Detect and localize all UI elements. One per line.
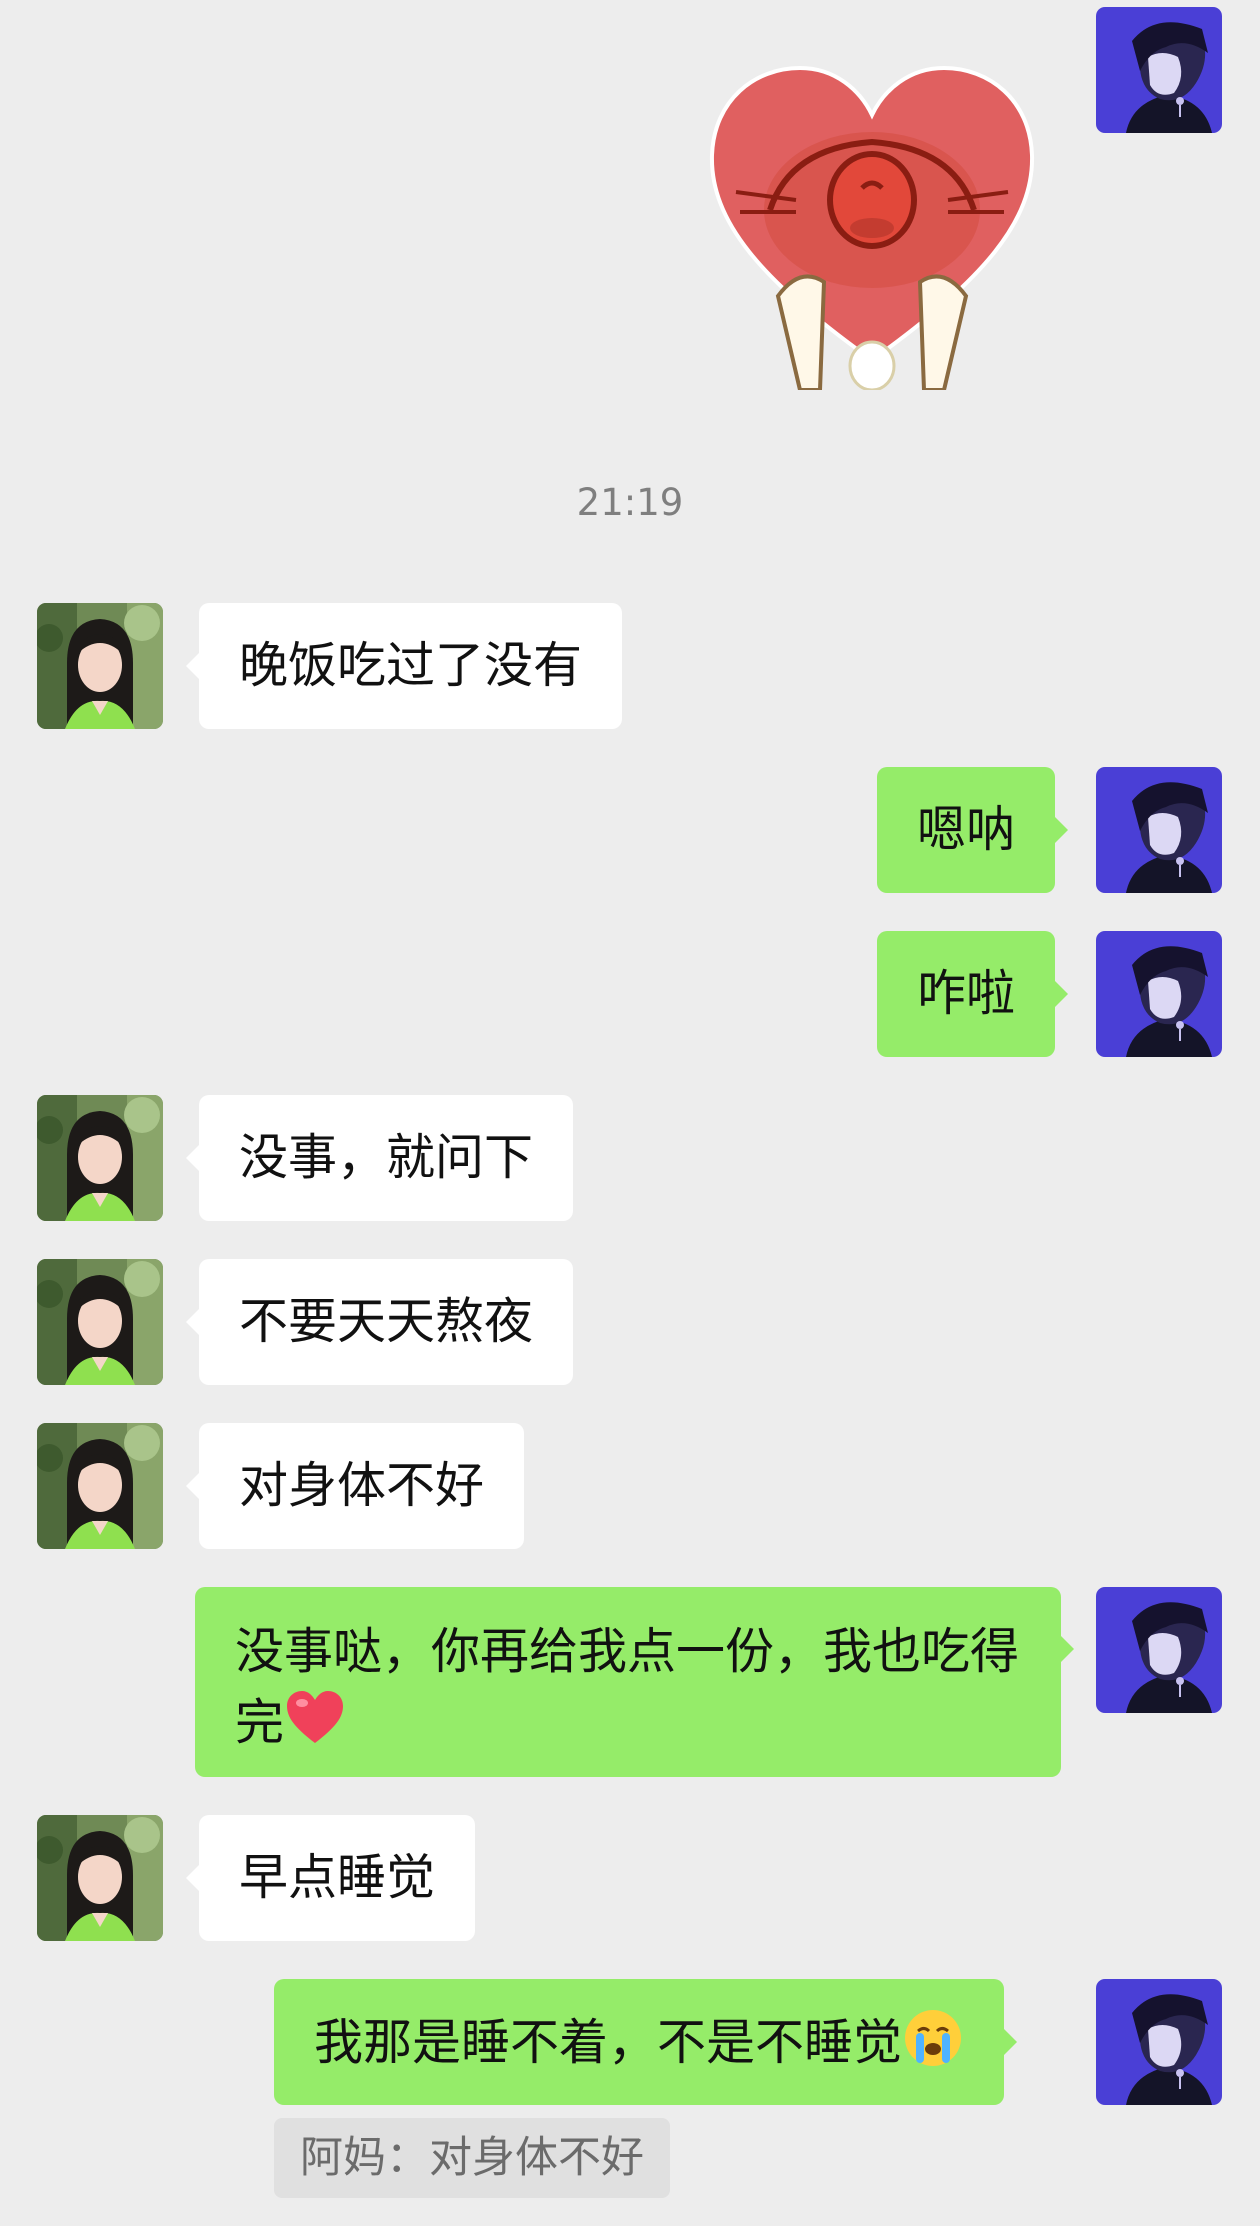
- avatar-image: [37, 1095, 163, 1221]
- quoted-message[interactable]: 阿妈：对身体不好: [274, 2118, 670, 2198]
- contact-avatar[interactable]: [37, 1259, 163, 1385]
- contact-avatar[interactable]: [37, 1095, 163, 1221]
- sender-avatar[interactable]: [1096, 767, 1222, 893]
- red-heart-emoji: [287, 1691, 344, 1743]
- avatar-image: [37, 1815, 163, 1941]
- avatar-image: [1096, 7, 1222, 133]
- heart-cat-sticker[interactable]: [700, 60, 1045, 392]
- sender-avatar[interactable]: [1096, 1587, 1222, 1713]
- avatar-image: [37, 603, 163, 729]
- message-text: 咋啦: [917, 965, 1016, 1022]
- message-bubble[interactable]: 嗯呐: [877, 767, 1069, 893]
- heart-sticker-icon: [709, 65, 1035, 392]
- avatar-image: [1096, 1587, 1222, 1713]
- message-bubble[interactable]: 没事，就问下: [185, 1095, 574, 1221]
- avatar-image: [37, 1423, 163, 1549]
- message-text: 早点睡觉: [239, 1849, 436, 1906]
- contact-avatar[interactable]: [37, 1815, 163, 1941]
- message-bubble[interactable]: 不要天天熬夜: [185, 1259, 574, 1385]
- message-bubble[interactable]: 对身体不好: [185, 1423, 525, 1549]
- avatar-image: [1096, 1979, 1222, 2105]
- avatar-image: [37, 1259, 163, 1385]
- sender-avatar[interactable]: [1096, 7, 1222, 133]
- message-bubble[interactable]: 咋啦: [877, 931, 1069, 1057]
- message-bubble[interactable]: 没事哒，你再给我点一份，我也吃得完: [195, 1587, 1074, 1777]
- message-bubble[interactable]: 晚饭吃过了没有: [185, 603, 623, 729]
- message-text: 我那是睡不着，不是不睡觉: [314, 2014, 903, 2071]
- crying-face-emoji: [905, 2010, 962, 2066]
- message-text: 没事哒，你再给我点一份，我也吃得完: [235, 1623, 1020, 1751]
- sender-avatar[interactable]: [1096, 931, 1222, 1057]
- message-text: 不要天天熬夜: [239, 1293, 534, 1350]
- sender-avatar[interactable]: [1096, 1979, 1222, 2105]
- message-text: 晚饭吃过了没有: [239, 637, 583, 694]
- avatar-image: [1096, 931, 1222, 1057]
- message-text: 对身体不好: [239, 1457, 485, 1514]
- message-text: 没事，就问下: [239, 1129, 534, 1186]
- message-bubble[interactable]: 我那是睡不着，不是不睡觉: [274, 1979, 1018, 2105]
- message-text: 嗯呐: [917, 801, 1016, 858]
- quoted-text: 阿妈：对身体不好: [300, 2133, 644, 2183]
- contact-avatar[interactable]: [37, 603, 163, 729]
- message-bubble[interactable]: 早点睡觉: [185, 1815, 476, 1941]
- message-timestamp: 21:19: [576, 481, 684, 524]
- avatar-image: [1096, 767, 1222, 893]
- contact-avatar[interactable]: [37, 1423, 163, 1549]
